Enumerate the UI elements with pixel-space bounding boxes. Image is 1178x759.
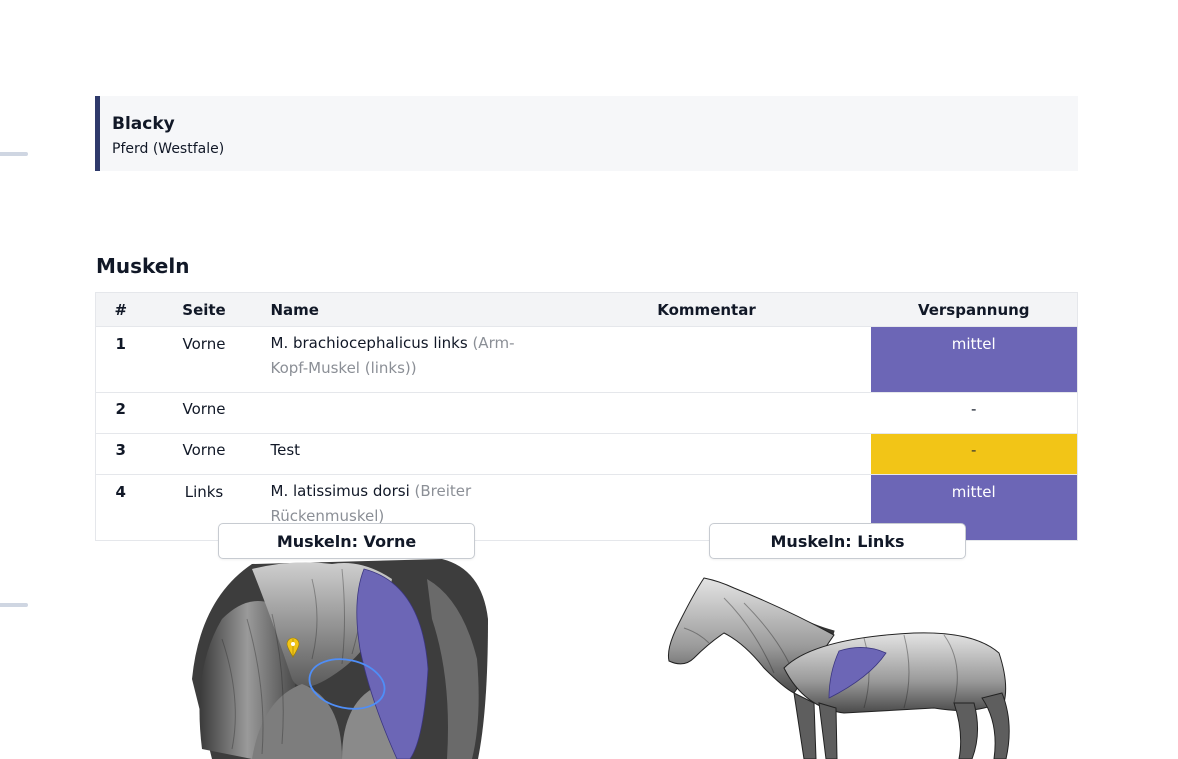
header-num: # — [95, 292, 146, 327]
muscle-latin-name: M. brachiocephalicus links — [270, 334, 468, 352]
animal-species-breed: Pferd (Westfale) — [112, 141, 225, 157]
row-name: Test — [262, 433, 543, 475]
header-tension: Verspannung — [870, 292, 1078, 327]
muscle-latin-name: M. latissimus dorsi — [270, 482, 410, 500]
front-muscle-diagram — [192, 559, 488, 759]
row-side: Vorne — [145, 392, 263, 434]
muscle-latin-name: Test — [270, 441, 301, 459]
row-tension: mittel — [870, 326, 1078, 393]
animal-card: Blacky Pferd (Westfale) — [95, 96, 1078, 171]
muscle-table: # Seite Name Kommentar Verspannung 1 Vor… — [95, 292, 1078, 541]
row-num: 1 — [95, 326, 146, 393]
header-side: Seite — [145, 292, 263, 327]
table-row: 2 Vorne - — [95, 392, 1078, 434]
row-name — [262, 392, 543, 434]
horse-leg-front-right — [818, 702, 838, 759]
row-num: 3 — [95, 433, 146, 475]
horse-leg-back-right — [981, 692, 1010, 759]
row-num: 4 — [95, 474, 146, 541]
diagram-label-side: Muskeln: Links — [709, 523, 966, 559]
table-row: 1 Vorne M. brachiocephalicus links (Arm-… — [95, 326, 1078, 393]
horse-leg-back-left — [953, 702, 978, 759]
row-tension: - — [870, 392, 1078, 434]
row-tension: - — [870, 433, 1078, 475]
row-side: Vorne — [145, 433, 263, 475]
row-name: M. brachiocephalicus links (Arm-Kopf-Mus… — [262, 326, 543, 393]
row-comment — [542, 392, 871, 434]
table-header-row: # Seite Name Kommentar Verspannung — [95, 292, 1078, 327]
edge-marker-top — [0, 152, 28, 156]
horse-leg-front-left — [793, 692, 817, 759]
diagram-label-front: Muskeln: Vorne — [218, 523, 475, 559]
section-title: Muskeln — [96, 254, 190, 278]
table-row: 3 Vorne Test - — [95, 433, 1078, 475]
row-comment — [542, 433, 871, 475]
animal-name: Blacky — [112, 114, 175, 134]
header-name: Name — [262, 292, 543, 327]
row-num: 2 — [95, 392, 146, 434]
header-comment: Kommentar — [542, 292, 871, 327]
side-muscle-diagram — [668, 577, 1010, 759]
edge-marker-bottom — [0, 603, 28, 607]
row-comment — [542, 326, 871, 393]
row-side: Vorne — [145, 326, 263, 393]
